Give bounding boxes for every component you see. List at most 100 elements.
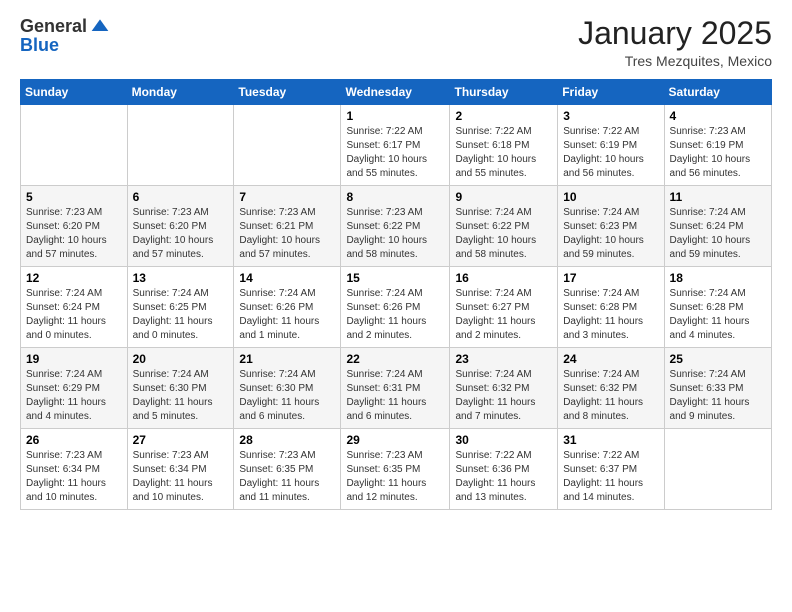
logo-icon xyxy=(90,16,110,36)
calendar-cell: 15 Sunrise: 7:24 AM Sunset: 6:26 PM Dayli… xyxy=(341,267,450,348)
day-number: 10 xyxy=(563,190,658,204)
calendar-cell: 19 Sunrise: 7:24 AM Sunset: 6:29 PM Dayli… xyxy=(21,348,128,429)
day-info: Sunrise: 7:24 AM Sunset: 6:32 PM Dayligh… xyxy=(455,368,552,424)
page: General Blue January 2025 Tres Mezquites… xyxy=(0,0,792,612)
day-info: Sunrise: 7:23 AM Sunset: 6:34 PM Dayligh… xyxy=(133,449,229,505)
calendar-cell: 7Sunrise: 7:23 AM Sunset: 6:21 PM Daylig… xyxy=(234,186,341,267)
calendar-cell: 21Sunrise: 7:24 AM Sunset: 6:30 PM Dayli… xyxy=(234,348,341,429)
day-info: Sunrise: 7:24 AM Sunset: 6:23 PM Dayligh… xyxy=(563,206,658,262)
logo-blue: Blue xyxy=(20,36,59,54)
day-info: Sunrise: 7:24 AM Sunset: 6:33 PM Dayligh… xyxy=(670,368,766,424)
calendar-week-row: 19 Sunrise: 7:24 AM Sunset: 6:29 PM Dayli… xyxy=(21,348,772,429)
day-number: 18 xyxy=(670,271,766,285)
day-info: Sunrise: 7:23 AM Sunset: 6:21 PM Dayligh… xyxy=(239,206,335,262)
calendar-cell xyxy=(234,105,341,186)
calendar-cell: 11Sunrise: 7:24 AM Sunset: 6:24 PM Dayli… xyxy=(664,186,771,267)
day-number: 22 xyxy=(346,352,444,366)
day-info: Sunrise: 7:23 AM Sunset: 6:34 PM Dayligh… xyxy=(26,449,122,505)
calendar-cell: 24 Sunrise: 7:24 AM Sunset: 6:32 PM Dayli… xyxy=(558,348,664,429)
calendar-table: Sunday Monday Tuesday Wednesday Thursday… xyxy=(20,79,772,510)
calendar-week-row: 12 Sunrise: 7:24 AM Sunset: 6:24 PM Dayli… xyxy=(21,267,772,348)
col-sunday: Sunday xyxy=(21,80,128,105)
day-number: 17 xyxy=(563,271,658,285)
calendar-cell: 8 Sunrise: 7:23 AM Sunset: 6:22 PM Daylig… xyxy=(341,186,450,267)
calendar-cell: 13 Sunrise: 7:24 AM Sunset: 6:25 PM Dayli… xyxy=(127,267,234,348)
calendar-cell: 25 Sunrise: 7:24 AM Sunset: 6:33 PM Dayli… xyxy=(664,348,771,429)
calendar-cell: 5 Sunrise: 7:23 AM Sunset: 6:20 PM Daylig… xyxy=(21,186,128,267)
calendar-week-row: 26 Sunrise: 7:23 AM Sunset: 6:34 PM Dayli… xyxy=(21,429,772,510)
calendar-cell: 30Sunrise: 7:22 AM Sunset: 6:36 PM Dayli… xyxy=(450,429,558,510)
col-saturday: Saturday xyxy=(664,80,771,105)
day-info: Sunrise: 7:24 AM Sunset: 6:26 PM Dayligh… xyxy=(346,287,444,343)
day-info: Sunrise: 7:22 AM Sunset: 6:19 PM Dayligh… xyxy=(563,125,658,181)
col-friday: Friday xyxy=(558,80,664,105)
calendar-cell: 23Sunrise: 7:24 AM Sunset: 6:32 PM Dayli… xyxy=(450,348,558,429)
day-number: 14 xyxy=(239,271,335,285)
day-info: Sunrise: 7:23 AM Sunset: 6:20 PM Dayligh… xyxy=(133,206,229,262)
calendar-cell: 16 Sunrise: 7:24 AM Sunset: 6:27 PM Dayli… xyxy=(450,267,558,348)
day-info: Sunrise: 7:24 AM Sunset: 6:22 PM Dayligh… xyxy=(455,206,552,262)
calendar-cell: 31 Sunrise: 7:22 AM Sunset: 6:37 PM Dayli… xyxy=(558,429,664,510)
calendar-week-row: 5 Sunrise: 7:23 AM Sunset: 6:20 PM Daylig… xyxy=(21,186,772,267)
day-info: Sunrise: 7:24 AM Sunset: 6:25 PM Dayligh… xyxy=(133,287,229,343)
day-info: Sunrise: 7:24 AM Sunset: 6:24 PM Dayligh… xyxy=(670,206,766,262)
day-info: Sunrise: 7:22 AM Sunset: 6:18 PM Dayligh… xyxy=(455,125,552,181)
day-number: 19 xyxy=(26,352,122,366)
calendar-cell: 9 Sunrise: 7:24 AM Sunset: 6:22 PM Daylig… xyxy=(450,186,558,267)
col-wednesday: Wednesday xyxy=(341,80,450,105)
day-number: 4 xyxy=(670,109,766,123)
day-info: Sunrise: 7:24 AM Sunset: 6:28 PM Dayligh… xyxy=(563,287,658,343)
col-tuesday: Tuesday xyxy=(234,80,341,105)
calendar-cell xyxy=(127,105,234,186)
day-info: Sunrise: 7:23 AM Sunset: 6:35 PM Dayligh… xyxy=(346,449,444,505)
day-number: 31 xyxy=(563,433,658,447)
day-number: 25 xyxy=(670,352,766,366)
calendar-cell: 4 Sunrise: 7:23 AM Sunset: 6:19 PM Daylig… xyxy=(664,105,771,186)
day-number: 26 xyxy=(26,433,122,447)
day-info: Sunrise: 7:24 AM Sunset: 6:29 PM Dayligh… xyxy=(26,368,122,424)
day-info: Sunrise: 7:24 AM Sunset: 6:28 PM Dayligh… xyxy=(670,287,766,343)
day-info: Sunrise: 7:24 AM Sunset: 6:27 PM Dayligh… xyxy=(455,287,552,343)
calendar-cell xyxy=(21,105,128,186)
logo-general: General xyxy=(20,17,87,35)
day-number: 16 xyxy=(455,271,552,285)
calendar-cell: 26 Sunrise: 7:23 AM Sunset: 6:34 PM Dayli… xyxy=(21,429,128,510)
day-number: 6 xyxy=(133,190,229,204)
day-info: Sunrise: 7:22 AM Sunset: 6:37 PM Dayligh… xyxy=(563,449,658,505)
day-info: Sunrise: 7:23 AM Sunset: 6:35 PM Dayligh… xyxy=(239,449,335,505)
weekday-header-row: Sunday Monday Tuesday Wednesday Thursday… xyxy=(21,80,772,105)
day-number: 15 xyxy=(346,271,444,285)
day-info: Sunrise: 7:24 AM Sunset: 6:30 PM Dayligh… xyxy=(133,368,229,424)
header: General Blue January 2025 Tres Mezquites… xyxy=(20,16,772,69)
day-info: Sunrise: 7:23 AM Sunset: 6:19 PM Dayligh… xyxy=(670,125,766,181)
day-number: 21 xyxy=(239,352,335,366)
day-number: 9 xyxy=(455,190,552,204)
calendar-title: January 2025 xyxy=(578,16,772,51)
calendar-cell: 12 Sunrise: 7:24 AM Sunset: 6:24 PM Dayli… xyxy=(21,267,128,348)
calendar-cell: 14Sunrise: 7:24 AM Sunset: 6:26 PM Dayli… xyxy=(234,267,341,348)
calendar-cell: 28Sunrise: 7:23 AM Sunset: 6:35 PM Dayli… xyxy=(234,429,341,510)
day-number: 30 xyxy=(455,433,552,447)
day-number: 20 xyxy=(133,352,229,366)
day-number: 8 xyxy=(346,190,444,204)
calendar-week-row: 1Sunrise: 7:22 AM Sunset: 6:17 PM Daylig… xyxy=(21,105,772,186)
day-info: Sunrise: 7:24 AM Sunset: 6:32 PM Dayligh… xyxy=(563,368,658,424)
day-info: Sunrise: 7:24 AM Sunset: 6:24 PM Dayligh… xyxy=(26,287,122,343)
day-number: 29 xyxy=(346,433,444,447)
title-block: January 2025 Tres Mezquites, Mexico xyxy=(578,16,772,69)
calendar-cell: 20 Sunrise: 7:24 AM Sunset: 6:30 PM Dayli… xyxy=(127,348,234,429)
day-number: 27 xyxy=(133,433,229,447)
calendar-cell xyxy=(664,429,771,510)
day-info: Sunrise: 7:23 AM Sunset: 6:22 PM Dayligh… xyxy=(346,206,444,262)
calendar-cell: 6 Sunrise: 7:23 AM Sunset: 6:20 PM Daylig… xyxy=(127,186,234,267)
day-number: 12 xyxy=(26,271,122,285)
day-number: 13 xyxy=(133,271,229,285)
day-info: Sunrise: 7:23 AM Sunset: 6:20 PM Dayligh… xyxy=(26,206,122,262)
calendar-cell: 10 Sunrise: 7:24 AM Sunset: 6:23 PM Dayli… xyxy=(558,186,664,267)
day-number: 24 xyxy=(563,352,658,366)
calendar-cell: 29 Sunrise: 7:23 AM Sunset: 6:35 PM Dayli… xyxy=(341,429,450,510)
calendar-cell: 17 Sunrise: 7:24 AM Sunset: 6:28 PM Dayli… xyxy=(558,267,664,348)
calendar-subtitle: Tres Mezquites, Mexico xyxy=(578,53,772,69)
logo: General Blue xyxy=(20,16,110,54)
day-number: 5 xyxy=(26,190,122,204)
